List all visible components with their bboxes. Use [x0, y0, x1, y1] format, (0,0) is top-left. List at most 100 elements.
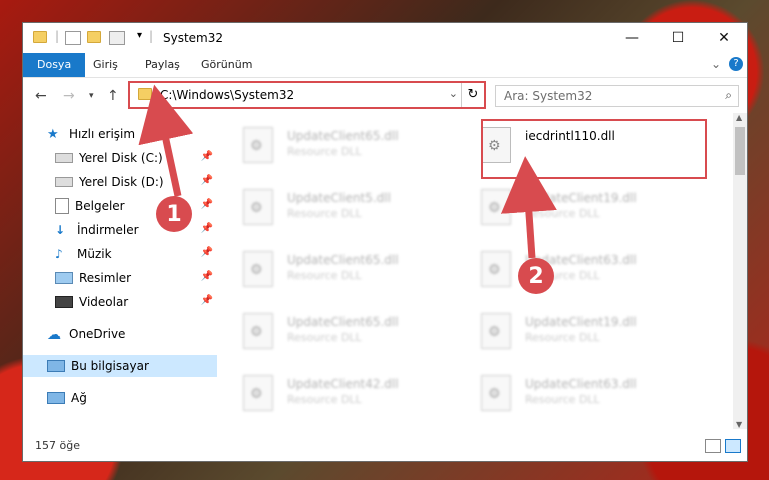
window-title: System32 — [163, 31, 224, 45]
large-icons-view-icon[interactable] — [725, 439, 741, 453]
maximize-button[interactable]: ☐ — [655, 23, 701, 53]
search-icon[interactable]: ⌕ — [725, 88, 732, 103]
file-type: Resource DLL — [287, 207, 362, 220]
folder-icon — [33, 31, 47, 43]
recent-chevron-icon[interactable]: ▾ — [89, 91, 94, 101]
separator-icon: | — [149, 29, 154, 43]
tab-share[interactable]: Paylaş — [145, 53, 180, 77]
status-bar: 157 öğe — [23, 431, 747, 461]
callout-1: 1 — [156, 196, 192, 232]
customize-icon[interactable] — [109, 31, 125, 45]
sidebar-item-pictures[interactable]: Resimler 📌 — [23, 267, 217, 289]
pin-icon[interactable]: 📌 — [201, 199, 213, 210]
chevron-down-icon[interactable]: ⌄ — [449, 87, 458, 100]
title-bar: | ▾ | System32 — ☐ ✕ — [23, 23, 747, 53]
file-item[interactable]: UpdateClient65.dll Resource DLL — [239, 121, 463, 169]
tab-home[interactable]: Giriş — [93, 53, 118, 77]
details-view-icon[interactable] — [705, 439, 721, 453]
sidebar-item-label: Videolar — [79, 295, 129, 309]
address-row: ← → ▾ ↑ C:\Windows\System32 ⌄ ↻ Ara: Sys… — [23, 79, 747, 113]
sidebar-item-label: OneDrive — [69, 327, 126, 341]
dll-file-icon — [243, 313, 273, 349]
sidebar-item-label: Yerel Disk (C:) — [79, 151, 163, 165]
navigation-pane: ★ Hızlı erişim Yerel Disk (C:) 📌 Yerel D… — [23, 115, 217, 427]
file-item[interactable]: UpdateClient5.dll Resource DLL — [239, 183, 463, 231]
sidebar-item-this-pc[interactable]: Bu bilgisayar — [23, 355, 217, 377]
dll-file-icon — [481, 189, 511, 225]
music-icon: ♪ — [55, 247, 63, 261]
sidebar-item-quick-access[interactable]: ★ Hızlı erişim — [23, 123, 217, 145]
file-name: UpdateClient65.dll — [287, 129, 399, 143]
file-item[interactable]: UpdateClient65.dll Resource DLL — [239, 307, 463, 355]
pin-icon[interactable]: 📌 — [201, 151, 213, 162]
sidebar-item-onedrive[interactable]: ☁ OneDrive — [23, 323, 217, 345]
search-input[interactable]: Ara: System32 ⌕ — [495, 85, 739, 107]
item-count: 157 öğe — [35, 439, 80, 452]
file-item[interactable]: UpdateClient19.dll Resource DLL — [477, 307, 701, 355]
sidebar-item-label: Ağ — [71, 391, 87, 405]
sidebar-item-disk-d[interactable]: Yerel Disk (D:) 📌 — [23, 171, 217, 193]
help-icon[interactable]: ? — [729, 57, 743, 71]
file-item[interactable]: UpdateClient42.dll Resource DLL — [239, 369, 463, 417]
search-placeholder: Ara: System32 — [504, 89, 593, 103]
address-bar[interactable]: C:\Windows\System32 ⌄ ↻ — [129, 82, 485, 108]
file-name: UpdateClient19.dll — [525, 191, 637, 205]
sidebar-item-music[interactable]: ♪ Müzik 📌 — [23, 243, 217, 265]
address-path[interactable]: C:\Windows\System32 — [160, 88, 294, 102]
refresh-icon[interactable]: ↻ — [461, 83, 484, 107]
dll-file-icon — [481, 251, 511, 287]
drive-icon — [55, 177, 73, 187]
file-name: UpdateClient65.dll — [287, 253, 399, 267]
file-name: UpdateClient65.dll — [287, 315, 399, 329]
sidebar-item-disk-c[interactable]: Yerel Disk (C:) 📌 — [23, 147, 217, 169]
forward-arrow-icon[interactable]: → — [63, 88, 75, 104]
file-name: UpdateClient19.dll — [525, 315, 637, 329]
pin-icon[interactable]: 📌 — [201, 295, 213, 306]
file-item[interactable]: UpdateClient65.dll Resource DLL — [239, 245, 463, 293]
file-name: UpdateClient42.dll — [287, 377, 399, 391]
computer-icon — [47, 360, 65, 372]
new-folder-icon[interactable] — [87, 31, 101, 43]
close-button[interactable]: ✕ — [701, 23, 747, 53]
separator-icon: | — [55, 29, 60, 43]
back-arrow-icon[interactable]: ← — [35, 88, 47, 104]
dll-file-icon — [243, 189, 273, 225]
file-item[interactable]: UpdateClient63.dll Resource DLL — [477, 369, 701, 417]
sidebar-item-label: İndirmeler — [77, 223, 139, 237]
scroll-up-icon[interactable]: ▲ — [736, 113, 742, 122]
dll-file-icon — [481, 375, 511, 411]
minimize-button[interactable]: — — [609, 23, 655, 53]
dll-file-icon — [481, 313, 511, 349]
tab-file[interactable]: Dosya — [23, 53, 86, 77]
vertical-scrollbar[interactable]: ▲ ▼ — [733, 113, 747, 429]
sidebar-item-label: Müzik — [77, 247, 112, 261]
network-icon — [47, 392, 65, 404]
file-name: UpdateClient63.dll — [525, 377, 637, 391]
scroll-down-icon[interactable]: ▼ — [736, 420, 742, 429]
dll-file-icon — [243, 251, 273, 287]
properties-icon[interactable] — [65, 31, 81, 45]
sidebar-item-network[interactable]: Ağ — [23, 387, 217, 409]
tab-view[interactable]: Görünüm — [201, 53, 252, 77]
pin-icon[interactable]: 📌 — [201, 223, 213, 234]
file-type: Resource DLL — [287, 331, 362, 344]
chevron-down-icon[interactable]: ▾ — [137, 30, 142, 41]
up-arrow-icon[interactable]: ↑ — [107, 88, 119, 104]
file-type: Resource DLL — [287, 269, 362, 282]
pin-icon[interactable]: 📌 — [201, 247, 213, 258]
file-type: Resource DLL — [525, 393, 600, 406]
callout-2: 2 — [518, 258, 554, 294]
dll-file-icon — [243, 127, 273, 163]
scroll-thumb[interactable] — [735, 127, 745, 175]
file-item[interactable]: UpdateClient19.dll Resource DLL — [477, 183, 701, 231]
file-type: Resource DLL — [287, 145, 362, 158]
file-item[interactable]: UpdateClient63.dll Resource DLL — [477, 245, 701, 293]
sidebar-item-videos[interactable]: Videolar 📌 — [23, 291, 217, 313]
drive-icon — [55, 153, 73, 163]
file-name: UpdateClient5.dll — [287, 191, 391, 205]
sidebar-item-label: Yerel Disk (D:) — [79, 175, 164, 189]
chevron-down-icon[interactable]: ⌄ — [711, 57, 721, 71]
file-type: Resource DLL — [525, 331, 600, 344]
pin-icon[interactable]: 📌 — [201, 271, 213, 282]
pin-icon[interactable]: 📌 — [201, 175, 213, 186]
